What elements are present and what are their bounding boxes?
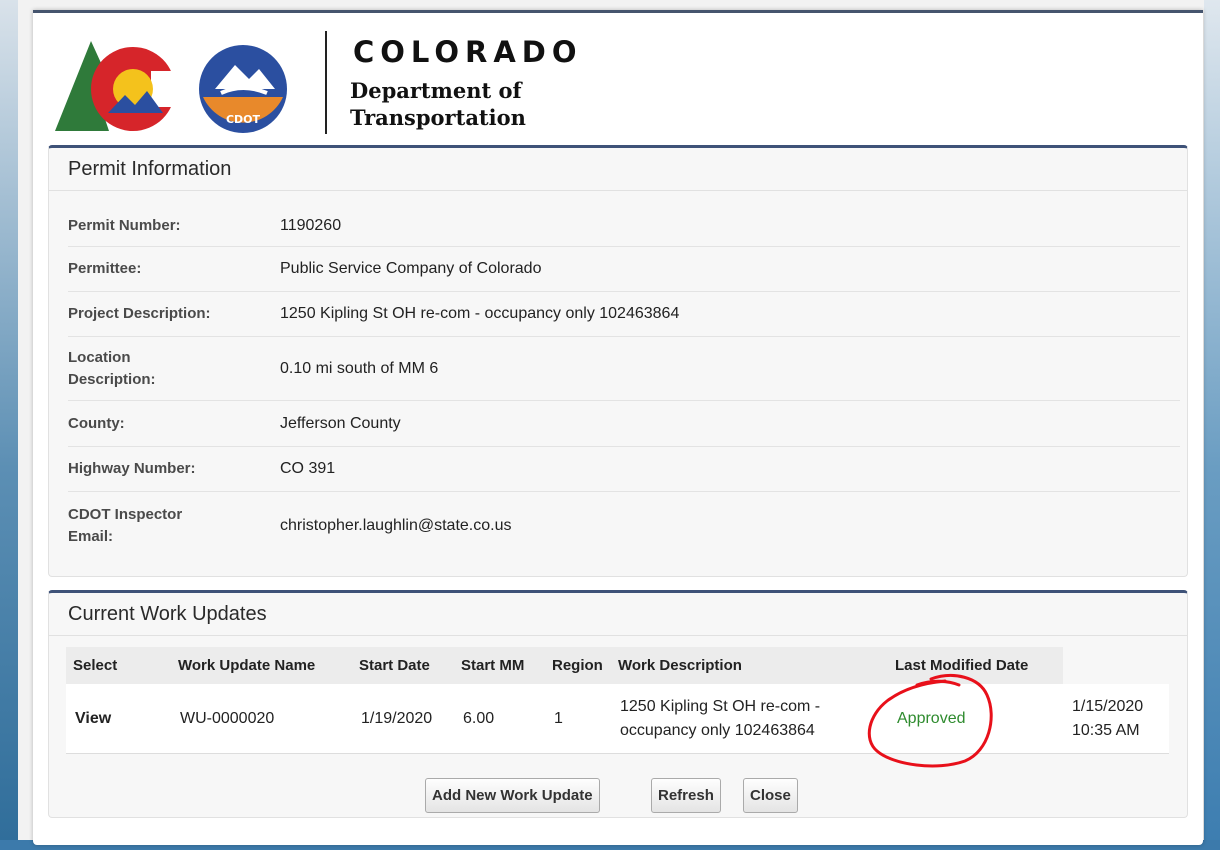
field-label-line1: CDOT Inspector xyxy=(68,506,183,523)
col-select: Select xyxy=(66,647,171,684)
header-spacer xyxy=(1063,647,1169,684)
permit-window: CDOT COLORADO Department of Transportati… xyxy=(33,10,1203,845)
background-right xyxy=(1204,0,1220,850)
field-label-line2: Email: xyxy=(68,528,114,545)
brand-department: Department of Transportation xyxy=(350,77,526,131)
field-value: christopher.laughlin@state.co.us xyxy=(280,517,512,534)
field-inspector-email: CDOT Inspector Email: christopher.laughl… xyxy=(68,492,1180,560)
field-value: Public Service Company of Colorado xyxy=(280,260,542,277)
field-label: CDOT Inspector Email: xyxy=(68,504,280,548)
brand-dept-line1: Department of xyxy=(350,78,522,103)
brand-state: COLORADO xyxy=(353,35,583,69)
field-label: County: xyxy=(68,414,125,432)
modified-time-line: 10:35 AM xyxy=(1072,721,1140,739)
work-updates-panel: Current Work Updates Select Work Update … xyxy=(48,590,1188,818)
field-county: County: Jefferson County xyxy=(68,401,1180,447)
field-label: Permittee: xyxy=(68,260,142,277)
col-start-mm: Start MM xyxy=(454,647,545,684)
view-link[interactable]: View xyxy=(66,684,171,754)
svg-text:CDOT: CDOT xyxy=(226,113,261,126)
desc-line1: 1250 Kipling St OH re-com - xyxy=(620,697,821,715)
table-row: View WU-0000020 1/19/2020 6.00 1 1250 Ki… xyxy=(66,684,1169,754)
work-updates-table: Select Work Update Name Start Date Start… xyxy=(66,647,1169,754)
cell-status: Approved xyxy=(888,684,1063,754)
cell-work-update-name: WU-0000020 xyxy=(171,684,352,754)
field-value: 1250 Kipling St OH re-com - occupancy on… xyxy=(280,305,680,322)
field-highway-number: Highway Number: CO 391 xyxy=(68,447,1180,492)
background-left xyxy=(0,0,18,850)
cell-work-description: 1250 Kipling St OH re-com - occupancy on… xyxy=(611,684,888,754)
field-permit-number: Permit Number: 1190260 xyxy=(68,205,1180,247)
cell-region: 1 xyxy=(545,684,611,754)
field-permittee: Permittee: Public Service Company of Col… xyxy=(68,247,1180,292)
panel-title: Current Work Updates xyxy=(49,593,1187,636)
cell-start-mm: 6.00 xyxy=(454,684,545,754)
field-label: Permit Number: xyxy=(68,216,181,234)
col-work-update-name: Work Update Name xyxy=(171,647,352,684)
field-label-line1: Location xyxy=(68,348,131,366)
field-label: Highway Number: xyxy=(68,460,196,477)
close-button[interactable]: Close xyxy=(743,778,798,813)
brand-dept-line2: Transportation xyxy=(350,105,526,130)
panel-title: Permit Information xyxy=(49,148,1187,191)
field-value: Jefferson County xyxy=(280,414,401,432)
table-header-row: Select Work Update Name Start Date Start… xyxy=(66,647,1169,684)
field-label: Project Description: xyxy=(68,305,211,322)
cell-start-date: 1/19/2020 xyxy=(352,684,454,754)
desc-line2: occupancy only 102463864 xyxy=(620,721,815,739)
field-label: Location Description: xyxy=(68,347,280,391)
field-value: CO 391 xyxy=(280,460,336,477)
refresh-button[interactable]: Refresh xyxy=(651,778,721,813)
field-project-description: Project Description: 1250 Kipling St OH … xyxy=(68,292,1180,337)
field-label-line2: Description: xyxy=(68,370,156,388)
modified-date-line: 1/15/2020 xyxy=(1072,697,1144,715)
col-start-date: Start Date xyxy=(352,647,454,684)
cdot-logo: CDOT xyxy=(55,41,287,133)
permit-information-panel: Permit Information Permit Number: 119026… xyxy=(48,145,1188,577)
logo-divider xyxy=(325,31,327,134)
col-region: Region xyxy=(545,647,611,684)
col-work-description: Work Description xyxy=(611,647,888,684)
cell-last-modified-date: 1/15/2020 10:35 AM xyxy=(1063,684,1169,754)
field-location-description: Location Description: 0.10 mi south of M… xyxy=(68,337,1180,401)
add-work-update-button[interactable]: Add New Work Update xyxy=(425,778,600,813)
field-value: 0.10 mi south of MM 6 xyxy=(280,359,439,377)
field-value: 1190260 xyxy=(280,216,342,234)
col-last-modified-date: Last Modified Date xyxy=(888,647,1063,684)
cdot-badge-icon: CDOT xyxy=(199,45,287,133)
header: CDOT COLORADO Department of Transportati… xyxy=(33,13,1203,148)
